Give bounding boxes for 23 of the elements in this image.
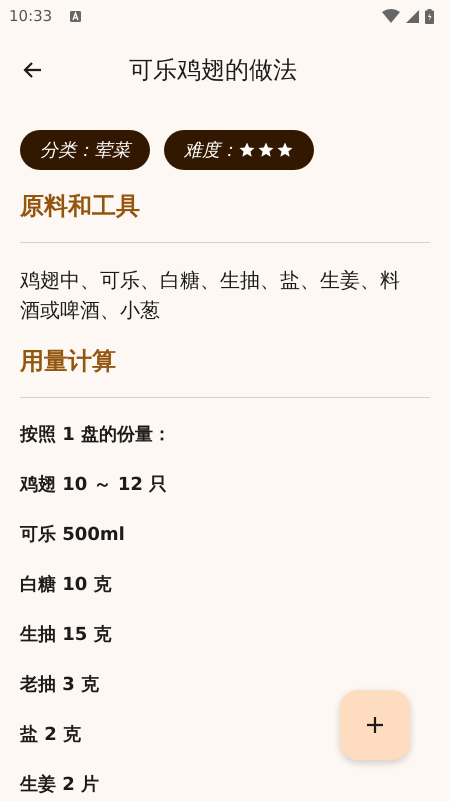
add-icon bbox=[365, 715, 385, 735]
section-heading: 原料和工具 bbox=[20, 191, 141, 222]
signal-icon bbox=[406, 10, 419, 22]
quantity-text: 鸡翅 10 ～ 12 只 bbox=[20, 473, 168, 497]
page-title: 可乐鸡翅的做法 bbox=[128, 55, 298, 86]
ingredients-text: 鸡翅中、可乐、白糖、生抽、盐、生姜、料酒或啤酒、小葱 bbox=[20, 267, 401, 324]
status-time: 10:33 bbox=[9, 7, 52, 25]
quantity-text: 老抽 3 克 bbox=[20, 673, 100, 697]
quantity-text: 可乐 500ml bbox=[20, 523, 125, 547]
star-icon bbox=[257, 141, 275, 159]
star-icon bbox=[276, 141, 294, 159]
section-heading: 用量计算 bbox=[20, 346, 117, 377]
wifi-icon bbox=[382, 9, 400, 23]
star-icon bbox=[238, 141, 256, 159]
quantity-text: 按照 1 盘的份量： bbox=[20, 423, 172, 447]
quantity-text: 白糖 10 克 bbox=[20, 573, 112, 597]
difficulty-chip[interactable]: 难度： bbox=[164, 130, 314, 170]
battery-icon bbox=[425, 8, 434, 24]
quantity-text: 生抽 15 克 bbox=[20, 623, 112, 647]
notification-icon bbox=[70, 10, 82, 22]
quantity-text: 盐 2 克 bbox=[20, 723, 82, 747]
quantity-text: 生姜 2 片 bbox=[20, 773, 100, 797]
category-chip[interactable]: 分类：荤菜 bbox=[20, 130, 150, 170]
